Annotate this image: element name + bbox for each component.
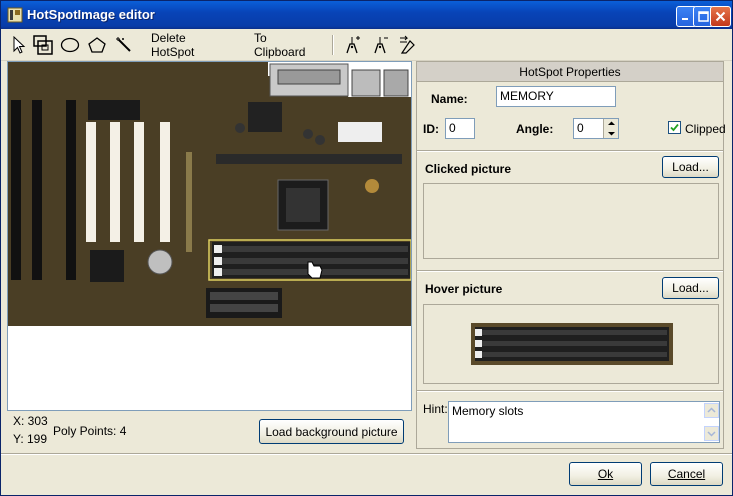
spin-down-icon (608, 132, 615, 136)
name-label: Name: (431, 92, 468, 106)
delete-hotspot-button[interactable]: Delete HotSpot (151, 31, 229, 59)
checkmark-icon (670, 123, 679, 132)
section-divider (417, 390, 723, 392)
clipped-label: Clipped (685, 122, 726, 136)
cancel-button[interactable]: Cancel (650, 462, 723, 486)
close-icon (715, 11, 726, 22)
image-canvas[interactable] (7, 61, 412, 411)
name-input[interactable]: MEMORY (496, 86, 616, 107)
polygon-tool[interactable] (86, 33, 108, 57)
scroll-up-icon (707, 407, 716, 413)
close-button[interactable] (710, 6, 731, 27)
poly-points-count: Poly Points: 4 (53, 424, 127, 438)
load-clicked-button[interactable]: Load... (662, 156, 719, 178)
clicked-picture-label: Clicked picture (425, 162, 512, 176)
load-background-button[interactable]: Load background picture (259, 419, 404, 444)
section-divider (417, 150, 723, 152)
toolbar-separator (332, 35, 334, 55)
pointer-tool[interactable] (9, 33, 29, 57)
bottom-separator (1, 453, 732, 455)
hint-label: Hint: (423, 402, 448, 416)
clicked-picture-preview (423, 183, 719, 259)
toolbar: Delete HotSpot To Clipboard (1, 29, 732, 61)
minimize-icon (682, 18, 688, 20)
hover-picture-preview (423, 304, 719, 384)
memory-slots-thumbnail (471, 323, 673, 365)
rectangle-tool-icon (33, 35, 53, 55)
load-hover-button[interactable]: Load... (662, 277, 719, 299)
remove-point-tool[interactable] (369, 33, 391, 57)
pointer-icon (13, 36, 26, 54)
maximize-icon (698, 11, 709, 22)
ellipse-tool[interactable] (59, 33, 81, 57)
hotspot-properties-panel: HotSpot Properties Name: MEMORY ID: 0 An… (416, 61, 726, 449)
clipped-checkbox[interactable] (668, 121, 681, 134)
scroll-down-icon (707, 431, 716, 437)
id-label: ID: (423, 122, 439, 136)
add-point-tool[interactable] (341, 33, 363, 57)
motherboard-image (8, 62, 411, 326)
ok-button[interactable]: Ok (569, 462, 642, 486)
x-coordinate: X: 303 (13, 414, 48, 428)
pen-remove-icon (374, 37, 388, 54)
hint-scroll-down[interactable] (704, 426, 719, 441)
angle-spinner[interactable] (603, 119, 618, 138)
hint-textarea[interactable]: Memory slots (448, 401, 720, 443)
section-divider (417, 270, 723, 272)
angle-label: Angle: (516, 122, 554, 136)
magic-wand-icon (116, 37, 131, 52)
editor-window: HotSpotImage editor Delete HotSpot To Cl… (0, 0, 733, 496)
hint-scroll-up[interactable] (704, 403, 719, 418)
polygon-icon (88, 37, 106, 53)
id-input[interactable]: 0 (445, 118, 475, 139)
title-bar[interactable]: HotSpotImage editor (1, 1, 732, 29)
rectangle-tool[interactable] (31, 33, 55, 57)
spin-up-icon (608, 121, 615, 125)
properties-header: HotSpot Properties (417, 62, 723, 82)
window-title: HotSpotImage editor (27, 7, 155, 22)
hover-picture-label: Hover picture (425, 282, 503, 296)
convert-point-tool[interactable] (397, 33, 419, 57)
magic-wand-tool[interactable] (113, 33, 135, 57)
app-icon (7, 7, 23, 23)
to-clipboard-button[interactable]: To Clipboard (254, 31, 320, 59)
pen-add-icon (346, 36, 360, 54)
ellipse-icon (60, 37, 80, 53)
y-coordinate: Y: 199 (13, 432, 48, 446)
pen-convert-icon (400, 35, 415, 54)
